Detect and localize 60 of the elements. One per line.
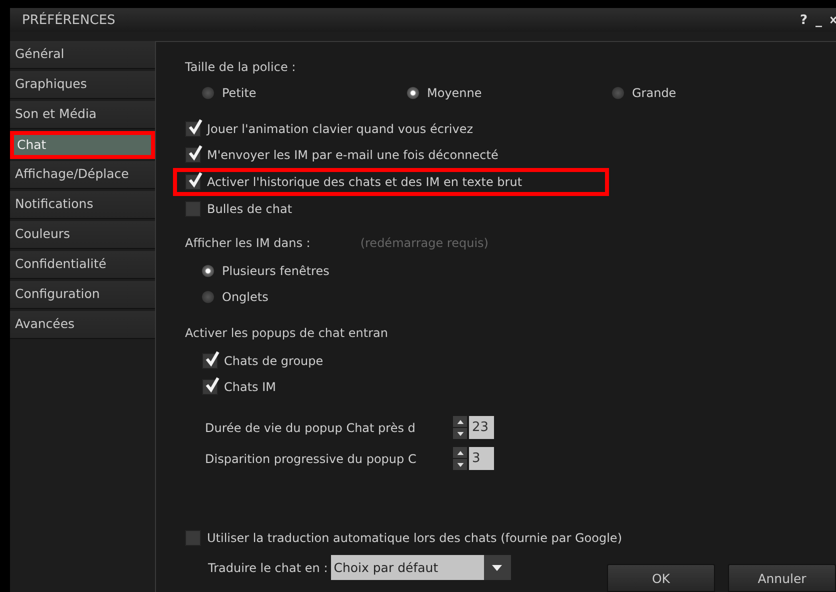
- spinner-label: Durée de vie du popup Chat près d: [205, 420, 416, 434]
- section-label: Activer les popups de chat entran: [185, 326, 389, 340]
- sidebar-tab[interactable]: Chat: [10, 131, 155, 159]
- checkbox-label: Bulles de chat: [207, 202, 292, 216]
- dropdown-button[interactable]: [484, 555, 511, 580]
- window-title: PRÉFÉRENCES: [22, 12, 116, 28]
- down-triangle-icon: [456, 432, 464, 436]
- language-dropdown[interactable]: Choix par défaut: [330, 555, 484, 580]
- spin-down-button[interactable]: [453, 459, 467, 470]
- number-field[interactable]: 23: [469, 416, 494, 439]
- radio-button[interactable]: [407, 87, 419, 99]
- radio-label: Onglets: [222, 290, 268, 304]
- sidebar-tab[interactable]: Général: [10, 41, 155, 69]
- sidebar-tab[interactable]: Confidentialité: [10, 251, 155, 279]
- hint-text: (redémarrage requis): [360, 236, 488, 250]
- radio-label: Moyenne: [427, 86, 482, 100]
- sidebar-tab[interactable]: Configuration: [10, 281, 155, 309]
- ok-button[interactable]: OK: [607, 564, 715, 592]
- dropdown-label: Traduire le chat en :: [208, 560, 328, 574]
- number-field[interactable]: 3: [469, 447, 494, 470]
- checkbox[interactable]: [202, 353, 218, 369]
- radio-label: Grande: [632, 86, 676, 100]
- radio-button[interactable]: [612, 87, 624, 99]
- spinner-label: Disparition progressive du popup C: [205, 452, 418, 466]
- minimize-button[interactable]: _: [816, 12, 822, 28]
- help-button[interactable]: ?: [800, 12, 808, 28]
- checkbox-label: Chats IM: [224, 380, 276, 394]
- section-label: Taille de la police :: [185, 60, 297, 74]
- sidebar-tab[interactable]: Son et Média: [10, 101, 155, 129]
- down-triangle-icon: [456, 462, 464, 466]
- checkbox-label: Utiliser la traduction automatique lors des chats (fournie par Google): [207, 531, 622, 545]
- caret-icon: [492, 564, 502, 570]
- sidebar-tab[interactable]: Couleurs: [10, 221, 155, 249]
- cancel-button[interactable]: Annuler: [728, 564, 836, 592]
- radio-button[interactable]: [202, 291, 214, 303]
- checkbox[interactable]: [202, 379, 218, 395]
- checkbox-label: Activer l'historique des chats et des IM en texte brut: [207, 175, 522, 189]
- checkbox-label: M'envoyer les IM par e-mail une fois déconnecté: [207, 148, 498, 162]
- radio-label: Plusieurs fenêtres: [222, 264, 330, 278]
- spin-up-button[interactable]: [453, 447, 467, 458]
- checkbox-label: Jouer l'animation clavier quand vous écrivez: [207, 122, 473, 136]
- checkbox[interactable]: [185, 174, 201, 190]
- section-label: Afficher les IM dans :: [185, 236, 310, 250]
- sidebar-tab[interactable]: Graphiques: [10, 71, 155, 99]
- sidebar-tab[interactable]: Avancées: [10, 311, 155, 339]
- checkbox[interactable]: [185, 201, 201, 217]
- checkbox[interactable]: [185, 147, 201, 163]
- radio-label: Petite: [222, 86, 256, 100]
- up-triangle-icon: [456, 420, 464, 424]
- sidebar-tab[interactable]: Notifications: [10, 191, 155, 219]
- sidebar-tab[interactable]: Affichage/Déplace: [10, 161, 155, 189]
- radio-button[interactable]: [202, 265, 214, 277]
- checkbox-label: Chats de groupe: [224, 354, 324, 368]
- close-icon[interactable]: [830, 15, 836, 25]
- spin-down-button[interactable]: [453, 428, 467, 439]
- up-triangle-icon: [456, 450, 464, 454]
- spin-up-button[interactable]: [453, 416, 467, 427]
- radio-button[interactable]: [202, 87, 214, 99]
- checkbox[interactable]: [185, 530, 201, 546]
- checkbox[interactable]: [185, 121, 201, 137]
